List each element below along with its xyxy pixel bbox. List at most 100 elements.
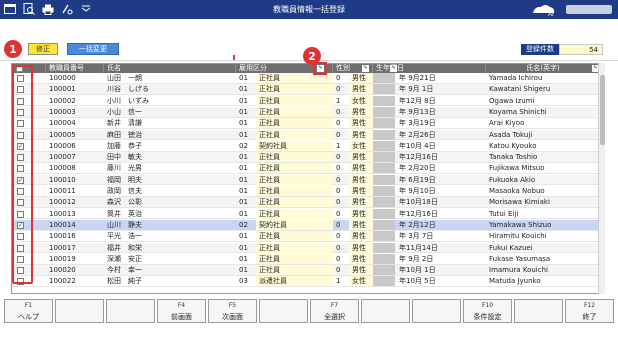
cell-name-en[interactable]: Kawatani Shigeru xyxy=(486,84,601,94)
cell-gender[interactable]: 男性 xyxy=(349,254,373,264)
cell-gender-code[interactable]: 0 xyxy=(333,209,349,219)
cell-gender-code[interactable]: 0 xyxy=(333,175,349,185)
cell-emp-code[interactable]: 01 xyxy=(236,152,256,162)
cell-birthdate[interactable]: 年10月 1日 xyxy=(396,265,486,275)
cell-gender-code[interactable]: 0 xyxy=(333,73,349,83)
cell-gender[interactable]: 女性 xyxy=(349,96,373,106)
cell-birthdate[interactable]: 年 3月19日 xyxy=(396,118,486,128)
cell-emp-code[interactable]: 01 xyxy=(236,84,256,94)
cell-gender-code[interactable]: 0 xyxy=(333,130,349,140)
cell-name-en[interactable]: Fukui Kazuei xyxy=(486,243,601,253)
function-key-10[interactable]: F10 条件設定 xyxy=(463,299,512,323)
table-row[interactable]: 100001 川谷 しげる 01 正社員 0 男性 年 9月 1日 Kawatani Shig… xyxy=(12,84,604,96)
cell-gender-code[interactable]: 1 xyxy=(333,96,349,106)
scrollbar-thumb[interactable] xyxy=(600,75,605,145)
table-row[interactable]: 100022 松田 純子 03 派遣社員 1 女性 年10月 5日 Matuda Jyunko xyxy=(12,276,604,288)
cell-emp-code[interactable]: 02 xyxy=(236,141,256,151)
cell-employment[interactable]: 契約社員 xyxy=(256,220,333,230)
cell-emp-code[interactable]: 01 xyxy=(236,243,256,253)
cell-name-en[interactable]: Tanaka Toshio xyxy=(486,152,601,162)
function-key-9[interactable] xyxy=(412,299,461,323)
cell-gender[interactable]: 男性 xyxy=(349,73,373,83)
cell-name-en[interactable]: Fukuoka Akio xyxy=(486,175,601,185)
cell-name-en[interactable]: Morisawa Kimiaki xyxy=(486,197,601,207)
cell-emp-code[interactable]: 02 xyxy=(236,220,256,230)
cell-birthdate[interactable]: 年12月 8日 xyxy=(396,96,486,106)
cell-emp-code[interactable]: 01 xyxy=(236,254,256,264)
table-row[interactable]: ✓ 100010 福岡 明夫 01 正社員 0 男性年 6月19日 Fukuoka Akio xyxy=(12,174,604,186)
cell-employment[interactable]: 正社員 xyxy=(256,84,333,94)
cell-gender[interactable]: 男性 xyxy=(349,107,373,117)
cell-name-en[interactable]: Katou Kyouko xyxy=(486,141,601,151)
cell-gender-code[interactable]: 0 xyxy=(333,220,349,230)
cell-gender[interactable]: 男性 xyxy=(349,220,373,230)
cell-gender[interactable]: 男性 xyxy=(349,175,373,185)
cell-gender-code[interactable]: 0 xyxy=(333,163,349,173)
cell-emp-code[interactable]: 01 xyxy=(236,231,256,241)
cell-birthdate[interactable]: 年 9月 2日 xyxy=(396,254,486,264)
cell-name-en[interactable]: Yamada Ichirou xyxy=(486,73,601,83)
cell-gender[interactable]: 女性 xyxy=(349,276,373,286)
function-key-5[interactable]: F5 次画面 xyxy=(208,299,257,323)
cell-gender-code[interactable]: 0 xyxy=(333,197,349,207)
function-key-8[interactable] xyxy=(361,299,410,323)
table-row[interactable]: 100011 政岡 信夫 01 正社員 0 男性 年 9月10日 Masaoka Nobuo xyxy=(12,186,604,197)
edit-mode-button[interactable]: 修正 xyxy=(28,43,58,55)
table-row[interactable]: 100012 森沢 公彰 01 正社員 0 男性 年10月18日 Morisawa Kimia… xyxy=(12,197,604,209)
cell-gender-code[interactable]: 1 xyxy=(333,276,349,286)
cell-birthdate[interactable]: 年10月 4日 xyxy=(396,141,486,151)
cell-name-en[interactable]: Imamura Kouichi xyxy=(486,265,601,275)
cell-birthdate[interactable]: 年 6月19日 xyxy=(396,175,486,185)
cell-name-en[interactable]: Koyama Shinichi xyxy=(486,107,601,117)
cell-name-en[interactable]: Fukase Yasumasa xyxy=(486,254,601,264)
table-row[interactable]: 100013 筒井 英治 01 正社員 0 男性 年12月16日 Tutui Eiji xyxy=(12,208,604,220)
cell-birthdate[interactable]: 年 2月20日 xyxy=(396,163,486,173)
cell-gender-code[interactable]: 1 xyxy=(333,141,349,151)
cell-birthdate[interactable]: 年11月14日 xyxy=(396,243,486,253)
table-row[interactable]: ✓ 100014 山川 静夫 02 契約社員 0 男性年 2月12日 Yamakawa Shi… xyxy=(12,219,604,231)
cell-employment[interactable]: 正社員 xyxy=(256,152,333,162)
cell-birthdate[interactable]: 年 9月10日 xyxy=(396,186,486,196)
table-row[interactable]: ✓ 100006 加藤 恭子 02 契約社員 1 女性 年10月 4日 Katou Kyouko xyxy=(12,140,604,152)
cell-emp-code[interactable]: 01 xyxy=(236,186,256,196)
cell-emp-code[interactable]: 01 xyxy=(236,73,256,83)
function-key-2[interactable] xyxy=(55,299,104,323)
cell-emp-code[interactable]: 01 xyxy=(236,163,256,173)
table-row[interactable]: 100017 福井 和栄 01 正社員 0 男性 年11月14日 Fukui Kazuei xyxy=(12,242,604,254)
function-key-3[interactable] xyxy=(106,299,155,323)
cell-gender-code[interactable]: 0 xyxy=(333,152,349,162)
cell-gender-code[interactable]: 0 xyxy=(333,243,349,253)
table-row[interactable]: 100020 今村 幸一 01 正社員 0 男性 年10月 1日 Imamura Kouich… xyxy=(12,265,604,276)
cell-emp-code[interactable]: 01 xyxy=(236,197,256,207)
cell-gender[interactable]: 男性 xyxy=(349,265,373,275)
cell-emp-code[interactable]: 01 xyxy=(236,175,256,185)
cell-gender[interactable]: 男性 xyxy=(349,197,373,207)
cell-gender[interactable]: 女性 xyxy=(349,141,373,151)
cell-name-en[interactable]: Matuda Jyunko xyxy=(486,276,601,286)
cell-emp-code[interactable]: 01 xyxy=(236,118,256,128)
table-row[interactable]: 100005 麻田 徳治 01 正社員 0 男性 年 2月26日 Asada Tokuji xyxy=(12,129,604,141)
cell-gender[interactable]: 男性 xyxy=(349,209,373,219)
function-key-11[interactable] xyxy=(514,299,563,323)
cell-employment[interactable]: 正社員 xyxy=(256,231,333,241)
cell-birthdate[interactable]: 年10月18日 xyxy=(396,197,486,207)
cell-name-en[interactable]: Arai Kiyoo xyxy=(486,118,601,128)
cell-birthdate[interactable]: 年12月16日 xyxy=(396,152,486,162)
cell-birthdate[interactable]: 年 2月12日 xyxy=(396,220,486,230)
cell-employment[interactable]: 正社員 xyxy=(256,118,333,128)
cell-emp-code[interactable]: 01 xyxy=(236,130,256,140)
bulk-change-button[interactable]: 一括変更 xyxy=(67,43,119,55)
table-row[interactable]: 100004 新井 清謙 01 正社員 0 男性 年 3月19日 Arai Kiyoo xyxy=(12,118,604,129)
cell-emp-code[interactable]: 01 xyxy=(236,107,256,117)
cell-employment[interactable]: 正社員 xyxy=(256,107,333,117)
cell-gender-code[interactable]: 0 xyxy=(333,186,349,196)
cell-employment[interactable]: 正社員 xyxy=(256,96,333,106)
cell-employment[interactable]: 正社員 xyxy=(256,243,333,253)
cell-name-en[interactable]: Ogawa Izumi xyxy=(486,96,601,106)
cell-name-en[interactable]: Fujikawa Mitsuo xyxy=(486,163,601,173)
cell-gender-code[interactable]: 0 xyxy=(333,84,349,94)
header-name-en[interactable]: 氏名(英字) xyxy=(486,64,601,73)
cell-gender[interactable]: 男性 xyxy=(349,118,373,128)
function-key-1[interactable]: F1 ヘルプ xyxy=(4,299,53,323)
table-row[interactable]: 100007 田中 敏夫 01 正社員 0 男性 年12月16日 Tanaka Toshio xyxy=(12,152,604,163)
